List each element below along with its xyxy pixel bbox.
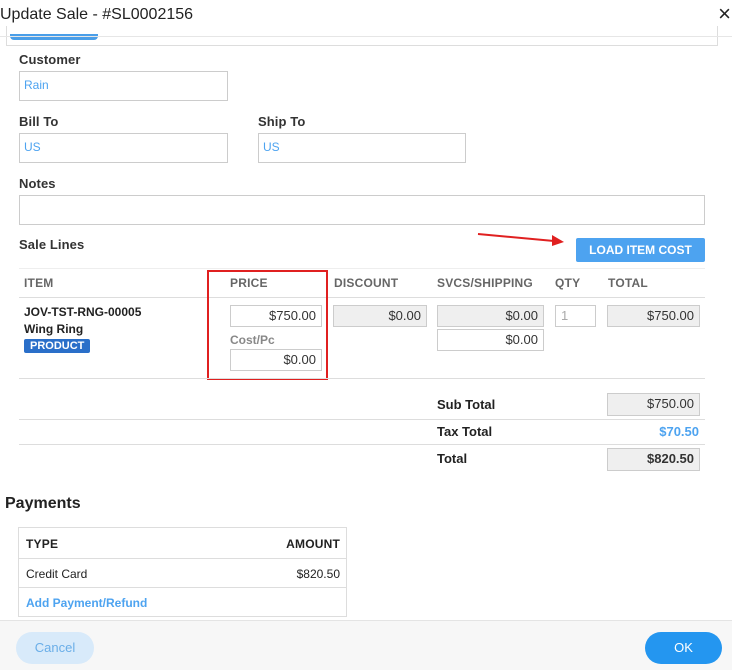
line-bottom-rule (19, 378, 705, 379)
table-top-rule (19, 268, 705, 269)
scrolled-tag-stub (10, 34, 98, 40)
tax-total-rule (19, 444, 705, 445)
col-svcs-shipping: SVCS/SHIPPING (437, 276, 533, 290)
ok-button[interactable]: OK (645, 632, 722, 664)
total-label: Total (437, 451, 468, 466)
shipping-input[interactable]: $0.00 (437, 329, 544, 351)
payment-type: Credit Card (26, 567, 88, 581)
col-qty: QTY (555, 276, 581, 290)
svcs-field: $0.00 (437, 305, 544, 327)
dialog-title: Update Sale - #SL0002156 (0, 6, 194, 23)
total-value: $820.50 (607, 448, 700, 471)
sale-lines-title: Sale Lines (19, 237, 85, 252)
col-item: ITEM (24, 276, 54, 290)
qty-input[interactable]: 1 (555, 305, 596, 327)
sub-total-label: Sub Total (437, 397, 496, 412)
sub-total-rule (19, 419, 705, 420)
customer-field[interactable]: Rain (19, 71, 228, 101)
dialog-footer (0, 620, 732, 670)
bill-to-field[interactable]: US (19, 133, 228, 163)
item-sku: JOV-TST-RNG-00005 (24, 305, 142, 319)
ship-to-field[interactable]: US (258, 133, 466, 163)
notes-label: Notes (19, 176, 56, 191)
load-item-cost-button[interactable]: LOAD ITEM COST (576, 238, 705, 262)
price-highlight-annotation (207, 270, 328, 380)
customer-label: Customer (19, 52, 81, 67)
add-payment-refund-link[interactable]: Add Payment/Refund (26, 596, 147, 610)
col-total: TOTAL (608, 276, 648, 290)
payments-header-rule (19, 558, 346, 559)
payments-col-amount: AMOUNT (286, 537, 340, 551)
payment-amount: $820.50 (296, 567, 340, 581)
sub-total-value: $750.00 (607, 393, 700, 416)
col-discount: DISCOUNT (334, 276, 399, 290)
line-total-field: $750.00 (607, 305, 700, 327)
cancel-button[interactable]: Cancel (16, 632, 94, 664)
discount-field: $0.00 (333, 305, 427, 327)
payments-row-rule (19, 587, 346, 588)
ship-to-label: Ship To (258, 114, 306, 129)
header-bottom-rule (19, 297, 705, 298)
tax-total-value[interactable]: $70.50 (600, 424, 699, 439)
close-icon[interactable]: × (718, 3, 731, 25)
payments-title: Payments (5, 495, 81, 512)
product-badge: PRODUCT (24, 339, 91, 353)
bill-to-label: Bill To (19, 114, 59, 129)
item-name: Wing Ring (24, 322, 84, 336)
notes-field[interactable] (19, 195, 705, 225)
red-arrow-annotation (477, 233, 564, 246)
header-divider (0, 36, 732, 37)
payments-col-type: TYPE (26, 537, 59, 551)
tax-total-label: Tax Total (437, 424, 493, 439)
